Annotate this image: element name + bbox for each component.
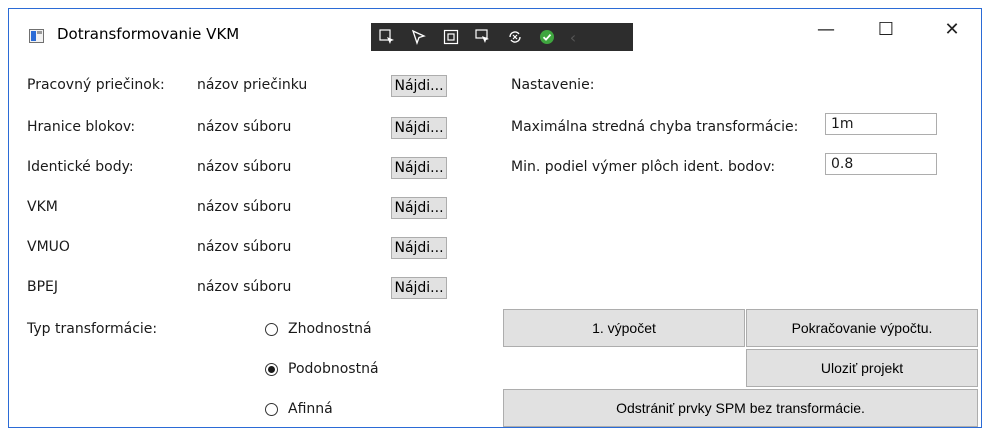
vmuo-value: názov súboru	[197, 239, 292, 255]
block-boundaries-label: Hranice blokov:	[27, 119, 136, 135]
window-title: Dotransformovanie VKM	[57, 25, 240, 43]
settings-heading: Nastavenie:	[511, 77, 595, 93]
track-focus-icon[interactable]	[467, 23, 499, 51]
radio-label: Podobnostná	[288, 361, 379, 377]
first-calculation-button[interactable]: 1. výpočet	[503, 309, 745, 347]
browse-bpej-button[interactable]: Nájdi...	[391, 277, 447, 299]
hot-reload-icon[interactable]	[499, 23, 531, 51]
min-ratio-input[interactable]: 0.8	[825, 153, 937, 175]
close-button[interactable]: ✕	[923, 9, 981, 49]
max-error-label: Maximálna stredná chyba transformácie:	[511, 119, 799, 135]
browse-block-boundaries-button[interactable]: Nájdi...	[391, 117, 447, 139]
save-project-button[interactable]: Uloziť projekt	[746, 349, 978, 387]
radio-circle[interactable]	[265, 402, 278, 416]
maximize-button[interactable]: ☐	[857, 9, 915, 49]
browse-working-folder-button[interactable]: Nájdi...	[391, 75, 447, 97]
radio-circle[interactable]	[265, 322, 278, 336]
layout-adorner-icon[interactable]	[435, 23, 467, 51]
vkm-value: názov súboru	[197, 199, 292, 215]
remove-spm-button[interactable]: Odstrániť prvky SPM bez transformácie.	[503, 389, 978, 427]
bpej-value: názov súboru	[197, 279, 292, 295]
transform-type-label: Typ transformácie:	[27, 321, 158, 337]
bpej-label: BPEJ	[27, 279, 59, 295]
radio-circle-selected[interactable]	[265, 362, 278, 376]
working-folder-value: názov priečinku	[197, 77, 308, 93]
app-icon	[29, 29, 44, 43]
browse-identical-points-button[interactable]: Nájdi...	[391, 157, 447, 179]
radio-label: Zhodnostná	[288, 321, 372, 337]
select-element-icon[interactable]	[371, 23, 403, 51]
block-boundaries-value: názov súboru	[197, 119, 292, 135]
collapse-chevron-icon[interactable]: ‹	[563, 28, 583, 47]
vmuo-label: VMUO	[27, 239, 70, 255]
radio-afinna[interactable]: Afinná	[265, 401, 333, 417]
check-icon[interactable]	[531, 23, 563, 51]
vkm-label: VKM	[27, 199, 58, 215]
browse-vkm-button[interactable]: Nájdi...	[391, 197, 447, 219]
radio-podobnostna[interactable]: Podobnostná	[265, 361, 379, 377]
max-error-input[interactable]: 1m	[825, 113, 937, 135]
browse-vmuo-button[interactable]: Nájdi...	[391, 237, 447, 259]
identical-points-label: Identické body:	[27, 159, 134, 175]
identical-points-value: názov súboru	[197, 159, 292, 175]
title-bar[interactable]: Dotransformovanie VKM ‹ — ☐ ✕	[9, 9, 981, 57]
continue-calculation-button[interactable]: Pokračovanie výpočtu.	[746, 309, 978, 347]
minimize-button[interactable]: —	[797, 9, 855, 49]
app-window: Dotransformovanie VKM ‹ — ☐ ✕ Pracovný p…	[8, 8, 982, 428]
xaml-debug-toolbar: ‹	[371, 23, 633, 51]
pointer-icon[interactable]	[403, 23, 435, 51]
working-folder-label: Pracovný priečinok:	[27, 77, 165, 93]
radio-zhodnostna[interactable]: Zhodnostná	[265, 321, 372, 337]
min-ratio-label: Min. podiel výmer plôch ident. bodov:	[511, 159, 776, 175]
radio-label: Afinná	[288, 401, 333, 417]
